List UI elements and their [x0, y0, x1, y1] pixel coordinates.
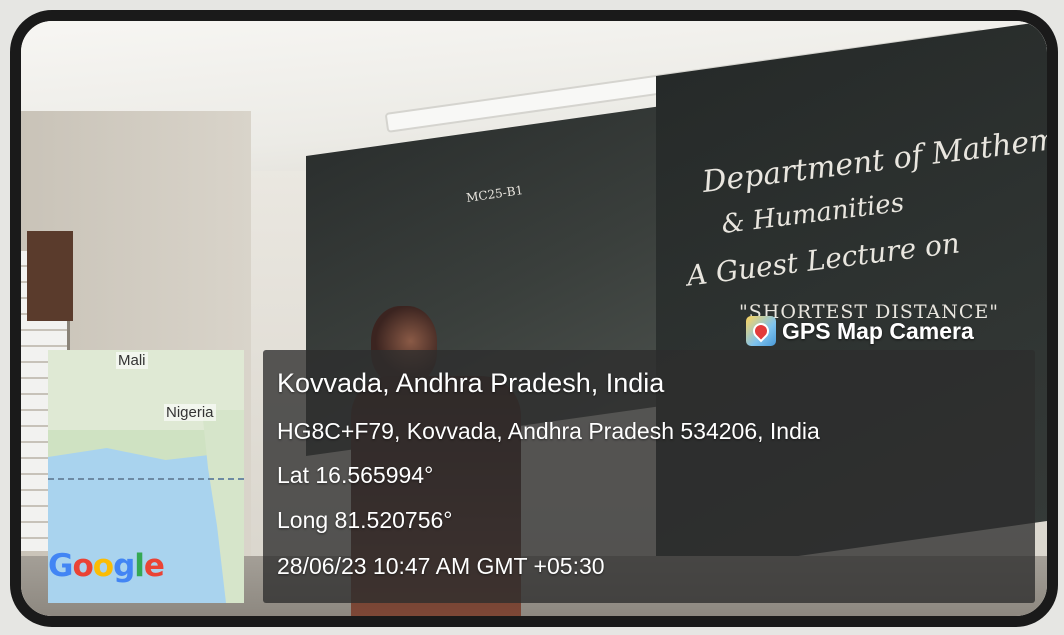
map-equator-line	[48, 478, 244, 480]
map-label-mali: Mali	[116, 352, 148, 369]
google-logo-text: Google	[48, 548, 165, 584]
map-label-nigeria: Nigeria	[164, 404, 216, 421]
curtain	[27, 231, 73, 321]
app-name: GPS Map Camera	[782, 317, 974, 344]
google-logo: Google	[48, 548, 165, 584]
address: HG8C+F79, Kovvada, Andhra Pradesh 534206…	[277, 418, 820, 444]
mini-map: Mali Nigeria Google	[48, 350, 244, 603]
location-title: Kovvada, Andhra Pradesh, India	[277, 368, 665, 398]
gps-app-badge: GPS Map Camera	[746, 311, 974, 351]
timestamp: 28/06/23 10:47 AM GMT +05:30	[277, 553, 605, 579]
location-info-panel: Kovvada, Andhra Pradesh, India HG8C+F79,…	[263, 350, 1035, 603]
longitude: Long 81.520756°	[277, 507, 453, 533]
latitude: Lat 16.565994°	[277, 462, 434, 488]
map-pin-icon	[746, 316, 776, 346]
